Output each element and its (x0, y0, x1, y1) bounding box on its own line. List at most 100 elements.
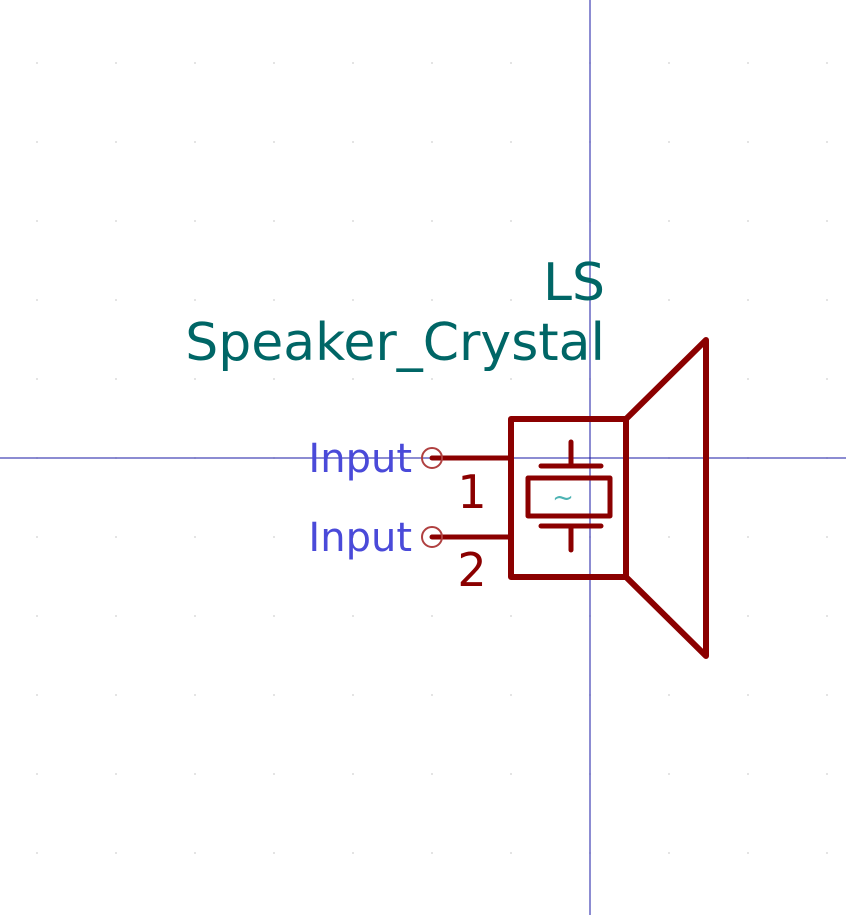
grid-dot (510, 62, 512, 64)
symbol-value[interactable]: Speaker_Crystal (185, 313, 605, 373)
grid-dot (36, 299, 38, 301)
grid-dot (273, 299, 275, 301)
grid-dot (431, 852, 433, 854)
grid-dot (431, 62, 433, 64)
grid-dot (273, 536, 275, 538)
grid-dot (352, 694, 354, 696)
speaker-cone (623, 337, 709, 659)
grid-dot (668, 62, 670, 64)
grid-dot (826, 615, 828, 617)
grid-dot (273, 220, 275, 222)
grid-dot (36, 536, 38, 538)
grid-dot (747, 378, 749, 380)
grid-dot (36, 220, 38, 222)
grid-dot (115, 299, 117, 301)
grid-dot (826, 378, 828, 380)
grid-dot (352, 615, 354, 617)
grid-dot (352, 378, 354, 380)
grid-dot (747, 694, 749, 696)
grid-dot (115, 220, 117, 222)
grid-dot (36, 378, 38, 380)
grid-dot (194, 378, 196, 380)
grid-dot (115, 378, 117, 380)
grid-dot (668, 141, 670, 143)
grid-dot (826, 299, 828, 301)
grid-dot (668, 220, 670, 222)
grid-dot (747, 141, 749, 143)
grid-dot (668, 536, 670, 538)
grid-dot (115, 852, 117, 854)
grid-dot (431, 378, 433, 380)
grid-dot (431, 220, 433, 222)
crystal-speaker-icon[interactable]: ~ 1 Input 2 Input (308, 337, 709, 659)
grid-dot (36, 62, 38, 64)
grid-dot (273, 378, 275, 380)
grid-dot (352, 220, 354, 222)
grid-dot (510, 141, 512, 143)
grid-dot (510, 694, 512, 696)
grid-dot (431, 694, 433, 696)
grid-dot (352, 852, 354, 854)
grid-dot (273, 62, 275, 64)
grid-dot (115, 773, 117, 775)
pin-2-number: 2 (457, 543, 486, 597)
grid-dot (668, 299, 670, 301)
grid-dot (273, 694, 275, 696)
grid-dot (36, 615, 38, 617)
grid-dot (510, 299, 512, 301)
grid-dot (826, 773, 828, 775)
grid-dot (115, 615, 117, 617)
grid-dot (510, 773, 512, 775)
grid-dot (510, 378, 512, 380)
grid-dot (273, 141, 275, 143)
grid-dot (194, 694, 196, 696)
grid-dot (194, 299, 196, 301)
grid-dot (115, 694, 117, 696)
grid-dot (747, 615, 749, 617)
grid-dot (194, 220, 196, 222)
grid-dot (747, 852, 749, 854)
grid-dot (273, 615, 275, 617)
grid-dot (668, 852, 670, 854)
grid-dot (826, 62, 828, 64)
grid-dot (36, 141, 38, 143)
reference-designator[interactable]: LS (543, 253, 605, 313)
grid-dot (747, 536, 749, 538)
pin-1-number: 1 (457, 465, 486, 519)
pin-2[interactable]: 2 Input (308, 515, 514, 597)
grid-dot (431, 141, 433, 143)
grid-dot (352, 141, 354, 143)
grid-dot (352, 773, 354, 775)
grid-dot (36, 852, 38, 854)
grid-dot (431, 773, 433, 775)
grid-dot (115, 62, 117, 64)
grid-dot (115, 141, 117, 143)
grid-dot (510, 615, 512, 617)
grid-dot (510, 220, 512, 222)
grid-dot (115, 536, 117, 538)
grid-dot (826, 141, 828, 143)
schematic-canvas[interactable]: LS Speaker_Crystal ~ 1 Input 2 Input (0, 0, 846, 915)
grid-dot (668, 773, 670, 775)
grid-dot (431, 299, 433, 301)
grid-dot (747, 773, 749, 775)
pin-1[interactable]: 1 Input (308, 436, 514, 519)
grid-dot (747, 220, 749, 222)
grid-dot (194, 62, 196, 64)
pin-1-name: Input (308, 436, 412, 482)
grid-dot (36, 694, 38, 696)
grid-dot (826, 220, 828, 222)
grid-dot (668, 694, 670, 696)
grid-dot (194, 536, 196, 538)
grid-dot (194, 852, 196, 854)
pin-2-name: Input (308, 515, 412, 561)
grid-dot (826, 852, 828, 854)
crystal-glyph: ~ (552, 483, 574, 513)
grid-dot (352, 62, 354, 64)
grid-dot (826, 536, 828, 538)
grid-dot (36, 773, 38, 775)
grid-dot (194, 615, 196, 617)
grid-dot (194, 141, 196, 143)
grid-dot (431, 615, 433, 617)
grid-dot (826, 694, 828, 696)
